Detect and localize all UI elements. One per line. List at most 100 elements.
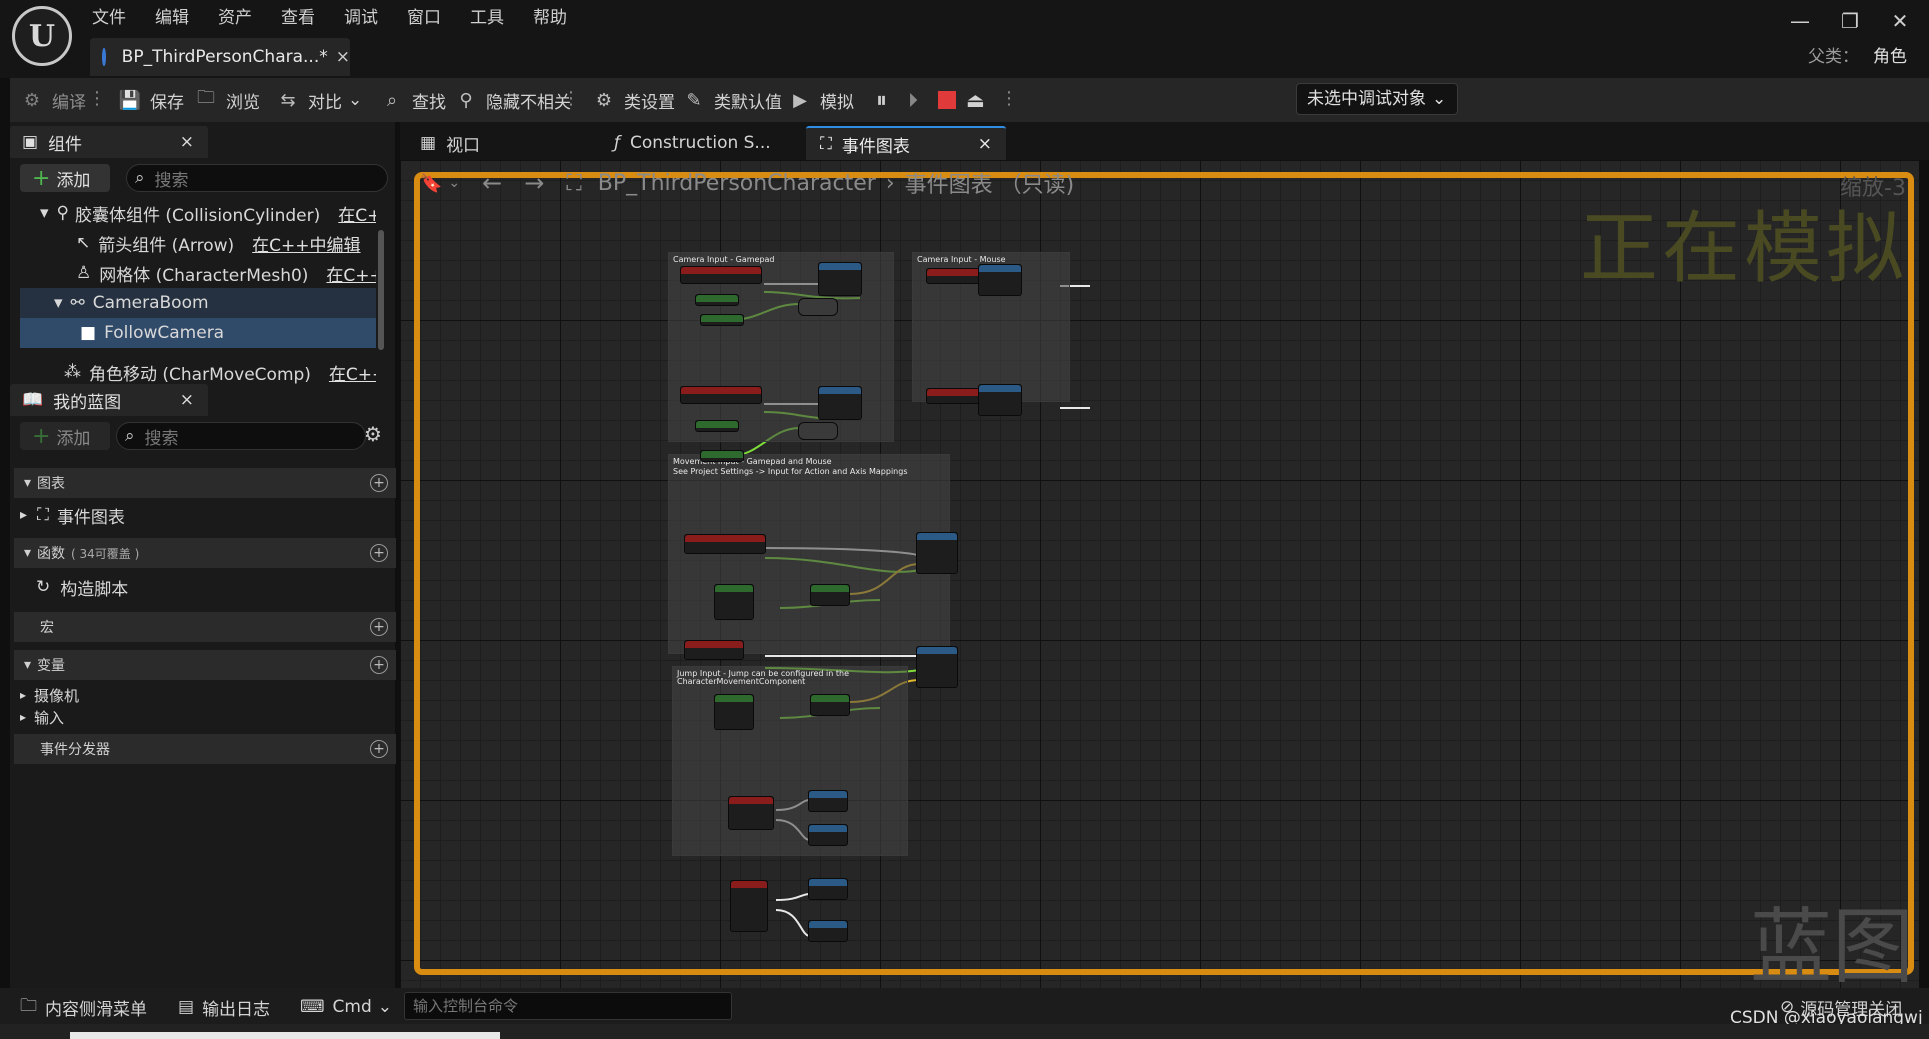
add-member-label: 添加 [56,428,91,449]
edit-in-cpp-link[interactable]: 在C++ [338,201,376,226]
blueprint-document-tab[interactable]: BP_ThirdPersonChara...* × [90,38,350,76]
function-icon: ƒ [614,133,620,153]
event-graph-item[interactable]: ▸ ⛶ 事件图表 [20,502,125,528]
my-blueprint-search-placeholder: 搜索 [144,428,179,449]
book-icon: 📖 [22,390,44,410]
console-command-input[interactable]: 输入控制台命令 [404,992,732,1020]
compile-button[interactable]: ⚙ 编译 [20,84,86,116]
menu-debug[interactable]: 调试 [344,4,407,32]
simulate-label: 模拟 [820,92,854,113]
class-defaults-button[interactable]: ✎ 类默认值 [682,84,782,116]
parent-class-link[interactable]: 角色 [1873,47,1907,67]
compile-options-icon[interactable]: ⋮ [88,88,106,110]
bookmark-icon[interactable]: 🔖 [420,173,442,194]
close-window-button[interactable]: ✕ [1880,6,1920,36]
editor-tab-bar: ▦ 视口 ƒ Construction S... ⛶ 事件图表 × [400,122,1929,160]
menu-asset[interactable]: 资产 [218,4,281,32]
breadcrumb-graph[interactable]: 事件图表 （只读) [905,167,1075,199]
variable-category-input[interactable]: ▸ 输入 [20,704,64,730]
close-panel-icon[interactable]: × [180,390,194,410]
play-options-icon[interactable]: ⋮ [1000,88,1018,110]
pause-icon: ⏸ [876,87,888,113]
expand-arrow-icon: ▸ [20,507,28,523]
class-settings-button[interactable]: ⚙ 类设置 [592,84,675,116]
tree-item-followcamera[interactable]: ■ FollowCamera [20,318,376,348]
components-scrollbar[interactable] [378,230,384,350]
tree-item-capsule[interactable]: ▾ ⚲ 胶囊体组件 (CollisionCylinder) 在C++ [20,198,376,228]
close-tab-icon[interactable]: × [978,134,992,154]
section-graphs[interactable]: ▾ 图表 + [14,468,396,498]
edit-in-cpp-link[interactable]: 在C++中 [329,360,376,385]
close-panel-icon[interactable]: × [180,132,194,152]
tree-item-arrow[interactable]: ↖ 箭头组件 (Arrow) 在C++中编辑 [20,228,376,258]
menu-edit[interactable]: 编辑 [155,4,218,32]
hide-unrelated-button[interactable]: ⚲ 隐藏不相关 [454,84,571,116]
breadcrumb-blueprint[interactable]: BP_ThirdPersonCharacter [598,171,876,196]
close-tab-icon[interactable]: × [336,47,350,67]
menu-help[interactable]: 帮助 [533,4,596,32]
settings-gear-icon[interactable]: ⚙ [364,422,382,446]
section-variables[interactable]: ▾ 变量 + [14,650,396,680]
tab-event-graph[interactable]: ⛶ 事件图表 × [806,126,1006,160]
add-macro-icon[interactable]: + [370,618,388,636]
menu-view[interactable]: 查看 [281,4,344,32]
add-component-label: 添加 [56,170,91,191]
add-component-button[interactable]: + 添加 [20,164,110,192]
find-button[interactable]: ⌕ 查找 [380,84,446,116]
edit-in-cpp-link[interactable]: 在C++中编辑 [252,231,360,256]
edit-in-cpp-link[interactable]: 在C++中编 [326,261,376,286]
tree-item-cameraboom[interactable]: ▾ ⚯ CameraBoom [20,288,376,318]
menu-file[interactable]: 文件 [92,4,155,32]
add-member-button[interactable]: + 添加 [20,422,110,450]
diff-button[interactable]: ⇆ 对比 ⌄ [276,84,362,116]
collapse-arrow-icon: ▾ [40,203,49,223]
section-macros[interactable]: 宏 + [14,612,396,642]
tree-item-mesh[interactable]: ♙ 网格体 (CharacterMesh0) 在C++中编 [20,258,376,288]
menu-bar: 文件 编辑 资产 查看 调试 窗口 工具 帮助 [92,4,596,32]
pause-button[interactable]: ⏸ [876,84,887,116]
chevron-down-icon[interactable]: ⌄ [448,175,460,191]
log-icon: ▤ [178,997,195,1017]
forward-arrow-icon[interactable]: → [524,169,544,197]
minimize-button[interactable]: — [1780,6,1820,36]
viewport-icon: ▦ [420,133,437,153]
unreal-logo-icon[interactable]: U [12,6,72,66]
content-drawer-button[interactable]: 🗀 内容侧滑菜单 [20,994,147,1020]
tree-item-charmove[interactable]: ⁂ 角色移动 (CharMoveComp) 在C++中 [20,360,376,384]
construction-script-item[interactable]: ↻ 构造脚本 [36,574,128,600]
stop-button[interactable] [938,84,956,116]
tab-viewport[interactable]: ▦ 视口 [406,126,586,160]
components-panel-tab[interactable]: ▣ 组件 × [10,126,208,158]
output-log-button[interactable]: ▤ 输出日志 [178,994,270,1020]
document-tab-title: BP_ThirdPersonChara...* [121,47,328,67]
tab-construction-script[interactable]: ƒ Construction S... [600,126,800,160]
skeletal-mesh-icon: ♙ [76,263,92,283]
back-arrow-icon[interactable]: ← [482,169,502,197]
save-button[interactable]: 💾 保存 [118,84,184,116]
add-graph-icon[interactable]: + [370,474,388,492]
menu-tools[interactable]: 工具 [470,4,533,32]
menu-window[interactable]: 窗口 [407,4,470,32]
event-graph-icon: ⛶ [820,134,832,154]
add-function-icon[interactable]: + [370,544,388,562]
save-icon: 💾 [118,89,142,111]
main-toolbar: ⚙ 编译 ⋮ 💾 保存 🗀 浏览 ⇆ 对比 ⌄ ⌕ 查找 ⚲ 隐藏不相关 ⋮ ⚙ 类设置 ✎ 类默… [10,78,1929,122]
restore-button[interactable]: ❐ [1830,6,1870,36]
section-event-dispatchers[interactable]: 事件分发器 + [14,734,396,764]
section-functions[interactable]: ▾ 函数 ( 34可覆盖 ) + [14,538,396,568]
my-blueprint-search-input[interactable]: ⌕ 搜索 [116,422,366,450]
eject-button[interactable]: ⏏ [966,84,985,116]
hide-options-icon[interactable]: ⋮ [562,88,580,110]
section-functions-label: 函数 [37,546,66,562]
taskbar-window[interactable] [70,1032,500,1039]
cmd-select[interactable]: ⌨ Cmd ⌄ [300,994,392,1020]
add-dispatcher-icon[interactable]: + [370,740,388,758]
overridable-count: ( 34可覆盖 ) [71,546,140,561]
components-search-input[interactable]: ⌕ 搜索 [126,164,388,192]
browse-button[interactable]: 🗀 浏览 [194,84,260,116]
resume-button[interactable]: ⏵ [908,84,918,116]
my-blueprint-panel-tab[interactable]: 📖 我的蓝图 × [10,384,208,416]
add-variable-icon[interactable]: + [370,656,388,674]
debug-object-select[interactable]: 未选中调试对象 ⌄ [1296,83,1458,115]
simulate-button[interactable]: ▶ 模拟 [788,84,854,116]
